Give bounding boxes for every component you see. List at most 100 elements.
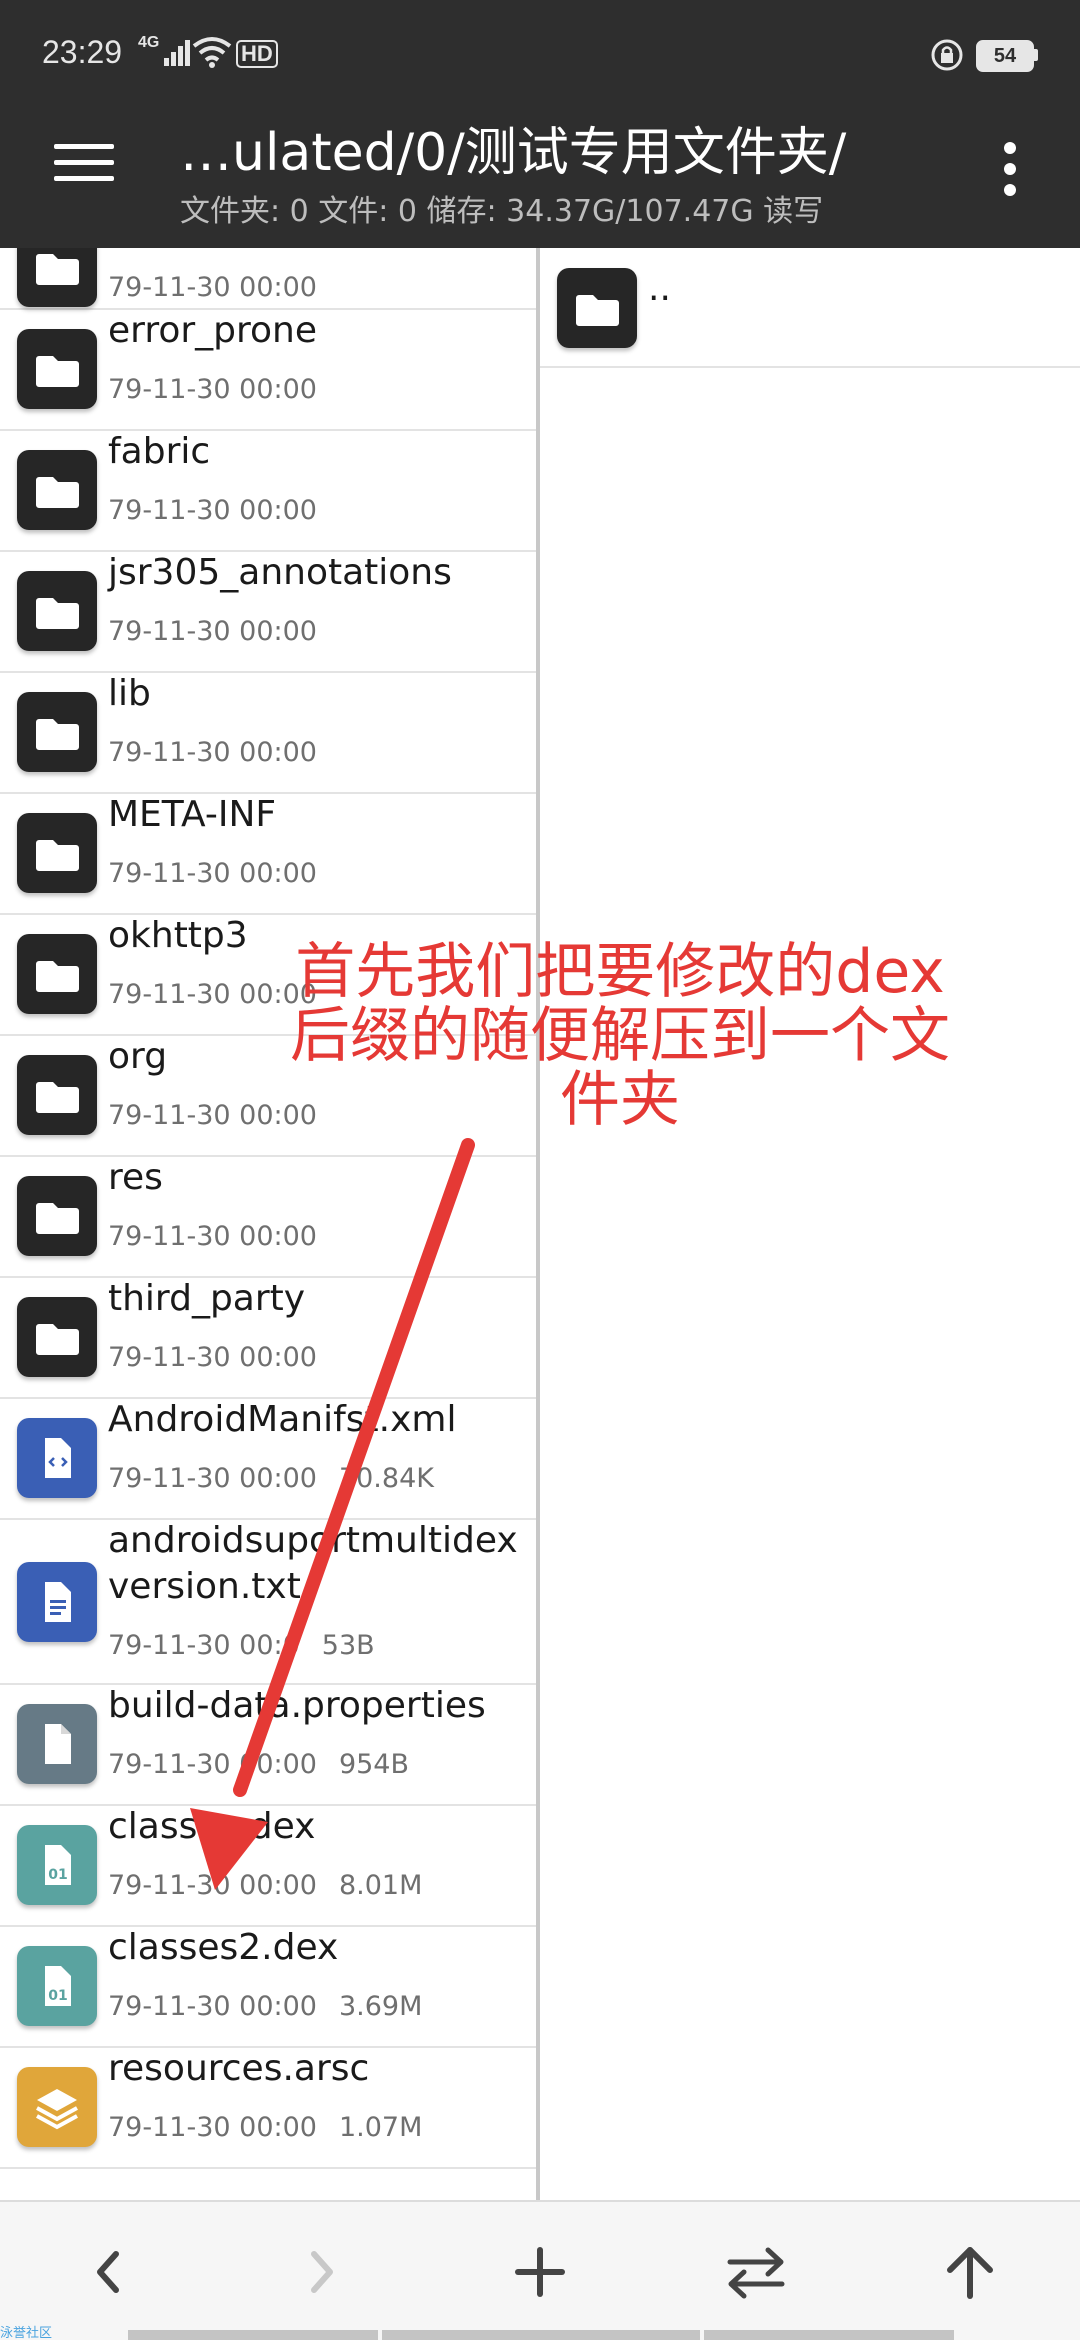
network-type: 4G [138,34,160,51]
file-list-item[interactable]: androidsup​ortmultidex version.txt 79-11-… [0,1520,536,1685]
storage-stats: 文件夹: 0 文件: 0 储存: 34.37G/107.47G 读写 [180,194,824,229]
status-bar: 23:29 4G HD 54 [0,0,1080,78]
back-icon[interactable] [58,2222,158,2322]
svg-text:01: 01 [48,1867,67,1883]
file-meta: 79-11-30 00:00 [108,858,317,889]
swap-icon[interactable] [706,2222,806,2322]
file-meta: 79-11-30 00:00 [108,374,317,405]
file-date: 79-11-30 00:00 [108,272,317,303]
file-meta: 79-11-30 00:​0 53B [108,1630,375,1661]
watermark: 泳誉社区 [0,2326,53,2340]
parent-directory-row[interactable]: .. [540,248,1080,368]
folder-icon [17,1055,97,1135]
scroll-handle [128,2330,378,2340]
file-meta: 79-11-30 00:00 [108,1221,317,1252]
file-meta: 79-11-30 00:00 [108,616,317,647]
folder-icon [557,268,637,348]
file-date: 79-11-30 00:00 [108,374,317,405]
file-name: res [108,1157,163,1198]
rotation-lock-icon [931,39,963,71]
bottom-navigation-bar [0,2200,1080,2340]
up-icon[interactable] [920,2222,1020,2322]
forward-icon[interactable] [272,2222,372,2322]
file-name: classes.dex [108,1806,316,1847]
folder-icon [17,934,97,1014]
file-name: lib [108,673,151,714]
parent-directory-label: .. [648,268,671,309]
file-list-item[interactable]: lib 79-11-30 00:00 [0,673,536,794]
wifi-icon [192,37,232,68]
file-size: 8.01M [338,1870,423,1901]
file-date: 79-11-30 00:00 [108,1342,317,1373]
left-file-list[interactable]: com 79-11-30 00:00 error_prone 79-11-30 00:… [0,248,536,2200]
file-date: 79-11-30 00:00 [108,1221,317,1252]
file-date: 79-11-30 00:00 [108,1870,317,1901]
file-size: 70.84K [338,1463,434,1494]
file-date: 79-11-30 00:00 [108,616,317,647]
file-name: third_party [108,1278,306,1319]
file-list-item[interactable]: res 79-11-30 00:00 [0,1157,536,1278]
app-screen: 23:29 4G HD 54 …ulated/0/测试专用文件夹/ 文件夹: 0… [0,0,1080,2340]
file-meta: 79-11-30 00:00 70.84K [108,1463,434,1494]
folder-icon [17,329,97,409]
file-list-item[interactable]: com 79-11-30 00:00 [0,248,536,310]
menu-icon[interactable] [38,128,128,198]
file-list-item[interactable]: META-INF 79-11-30 00:00 [0,794,536,915]
file-meta: 79-11-30 00:00 [108,737,317,768]
file-meta: 79-11-30 00:00 8.01M [108,1870,422,1901]
folder-icon [17,571,97,651]
file-name: classes2.dex [108,1927,339,1968]
file-list-item[interactable]: AndroidManif​​st.xml 79-11-30 00:00 70.84K [0,1399,536,1520]
file-name: AndroidManif​​st.xml [108,1399,457,1440]
file-size: 3.69M [338,1991,423,2022]
file-list-item[interactable]: fabric 79-11-30 00:00 [0,431,536,552]
file-meta: 79-11-30 00:00 1.07M [108,2112,422,2143]
file-name: resources.arsc [108,2048,370,2089]
svg-text:01: 01 [48,1988,67,2004]
file-meta: 79-11-30 00:00 [108,1342,317,1373]
battery-tip [1034,49,1038,61]
file-name: META-INF [108,794,277,835]
file-date: 79-11-30 00:00 [108,1463,317,1494]
folder-icon [17,692,97,772]
file-meta: 79-11-30 00:00 [108,495,317,526]
file-name: fabric [108,431,211,472]
file-icon [17,1704,97,1784]
file-meta: 79-11-30 00:00 [108,272,317,303]
text-file-icon [17,1562,97,1642]
file-date: 79-11-30 00:00 [108,858,317,889]
file-meta: 79-11-30 00:00 954B [108,1749,409,1780]
file-size: 53B [321,1630,375,1661]
scroll-handle [704,2330,954,2340]
file-meta: 79-11-30 00:00 3.69M [108,1991,422,2022]
scroll-handle [382,2330,700,2340]
add-icon[interactable] [490,2222,590,2322]
folder-icon [17,248,97,307]
file-list-item[interactable]: 01 classes2.dex 79-11-30 00:00 3.69M [0,1927,536,2048]
more-options-icon[interactable] [980,134,1040,204]
xml-file-icon [17,1418,97,1498]
file-list-item[interactable]: error_prone 79-11-30 00:00 [0,310,536,431]
folder-icon [17,813,97,893]
file-date: 79-11-30 00:​0 [108,1630,300,1661]
file-list-item[interactable]: resources.arsc 79-11-30 00:00 1.07M [0,2048,536,2169]
file-date: 79-11-30 00:00 [108,495,317,526]
file-date: 79-11-30 00:00 [108,1749,317,1780]
hd-badge: HD [236,40,278,68]
file-list-item[interactable]: third_party 79-11-30 00:00 [0,1278,536,1399]
file-name: error_prone [108,310,318,351]
status-time: 23:29 [42,34,123,70]
file-list-item[interactable]: build-data.properties 79-11-30 00:00 954B [0,1685,536,1806]
right-file-list[interactable]: .. [540,248,1080,2200]
file-list-item[interactable]: 01 classes.dex 79-11-30 00:00 8.01M [0,1806,536,1927]
file-name: com [108,248,533,252]
layers-icon [17,2067,97,2147]
file-list-item[interactable]: jsr305_annotations 79-11-30 00:00 [0,552,536,673]
folder-icon [17,450,97,530]
file-size: 1.07M [338,2112,423,2143]
signal-icon [164,40,190,66]
battery-indicator: 54 [976,40,1034,72]
current-path: …ulated/0/测试专用文件夹/ [180,123,847,183]
annotation-text: 首先我们把要修改的dex 后缀的随便解压到一个文 件夹 [290,937,950,1135]
file-date: 79-11-30 00:00 [108,2112,317,2143]
